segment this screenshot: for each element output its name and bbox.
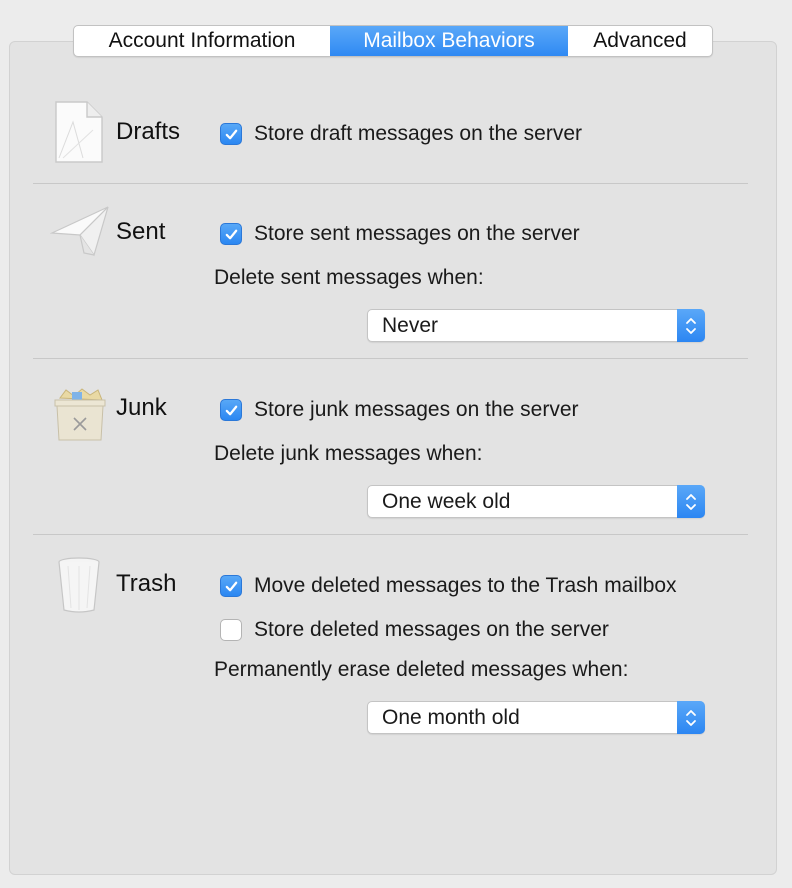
store-drafts-checkbox-row[interactable]: Store draft messages on the server <box>220 121 582 147</box>
delete-sent-value: Never <box>382 314 439 337</box>
delete-sent-label: Delete sent messages when: <box>214 266 484 289</box>
junk-bin-icon <box>54 388 106 441</box>
tab-bar: Account Information Mailbox Behaviors Ad… <box>73 25 713 57</box>
checkmark-icon <box>225 581 237 591</box>
updown-arrows-icon <box>677 485 705 518</box>
trash-title: Trash <box>116 570 177 597</box>
store-deleted-checkbox[interactable] <box>220 619 242 641</box>
erase-deleted-label: Permanently erase deleted messages when: <box>214 658 629 681</box>
drafts-document-icon <box>55 101 103 163</box>
checkmark-icon <box>225 405 237 415</box>
section-divider <box>33 358 748 359</box>
tab-advanced[interactable]: Advanced <box>568 26 712 56</box>
store-drafts-label: Store draft messages on the server <box>254 122 582 145</box>
delete-junk-select[interactable]: One week old <box>367 485 705 518</box>
sent-title: Sent <box>116 218 166 245</box>
erase-deleted-value: One month old <box>382 706 520 729</box>
trash-can-icon <box>58 557 100 613</box>
move-to-trash-checkbox-row[interactable]: Move deleted messages to the Trash mailb… <box>220 573 677 599</box>
junk-title: Junk <box>116 394 167 421</box>
store-junk-label: Store junk messages on the server <box>254 398 579 421</box>
delete-sent-select[interactable]: Never <box>367 309 705 342</box>
store-junk-checkbox-row[interactable]: Store junk messages on the server <box>220 397 579 423</box>
move-to-trash-label: Move deleted messages to the Trash mailb… <box>254 574 677 597</box>
tab-mailbox-behaviors[interactable]: Mailbox Behaviors <box>330 26 568 56</box>
tab-account-information[interactable]: Account Information <box>74 26 330 56</box>
delete-junk-label: Delete junk messages when: <box>214 442 483 465</box>
store-junk-checkbox[interactable] <box>220 399 242 421</box>
checkmark-icon <box>225 129 237 139</box>
erase-deleted-select[interactable]: One month old <box>367 701 705 734</box>
store-sent-checkbox-row[interactable]: Store sent messages on the server <box>220 221 580 247</box>
store-drafts-checkbox[interactable] <box>220 123 242 145</box>
delete-junk-value: One week old <box>382 490 511 513</box>
paper-plane-icon <box>50 206 109 257</box>
store-deleted-label: Store deleted messages on the server <box>254 618 609 641</box>
store-sent-label: Store sent messages on the server <box>254 222 580 245</box>
section-divider <box>33 183 748 184</box>
updown-arrows-icon <box>677 701 705 734</box>
section-divider <box>33 534 748 535</box>
store-deleted-checkbox-row[interactable]: Store deleted messages on the server <box>220 617 609 643</box>
store-sent-checkbox[interactable] <box>220 223 242 245</box>
updown-arrows-icon <box>677 309 705 342</box>
move-to-trash-checkbox[interactable] <box>220 575 242 597</box>
drafts-title: Drafts <box>116 118 181 145</box>
checkmark-icon <box>225 229 237 239</box>
